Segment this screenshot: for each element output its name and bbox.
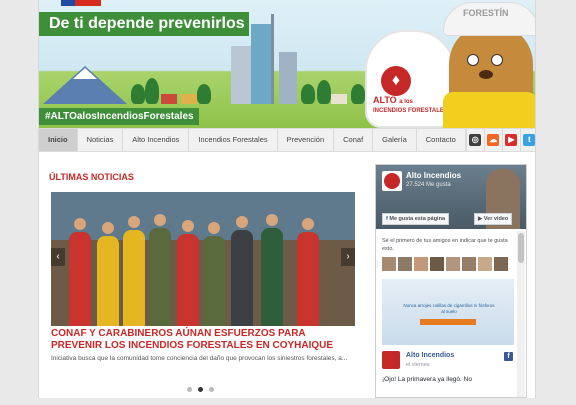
building-illustration (251, 24, 271, 104)
banner-hashtag[interactable]: #ALTOalosIncendiosForestales (39, 108, 199, 125)
facebook-icon: f (504, 352, 513, 361)
facebook-widget: Alto Incendios 27.524 Me gusta f Me gust… (375, 164, 527, 398)
nav-item-contacto[interactable]: Contacto (417, 129, 466, 151)
youtube-link[interactable]: ▶ (501, 129, 520, 151)
facebook-scrollbar[interactable] (517, 231, 525, 397)
slider-dot[interactable] (209, 387, 214, 392)
friend-avatar[interactable] (462, 257, 476, 271)
tree-illustration (197, 84, 211, 104)
instagram-icon: ◎ (469, 134, 482, 146)
facebook-video-button[interactable]: ▶ Ver video (474, 213, 513, 225)
scrollbar-thumb[interactable] (518, 233, 524, 263)
soundcloud-icon: ☁ (487, 134, 500, 146)
facebook-page-avatar[interactable] (382, 171, 402, 191)
facebook-post-author[interactable]: Alto Incendios (406, 352, 454, 359)
photo-person (231, 230, 253, 326)
facebook-friends-text: Sé el primero de tus amigos en indicar q… (382, 238, 508, 252)
campaign-logo: ALTO a los INCENDIOS FORESTALES (373, 95, 448, 115)
photo-person (177, 234, 199, 326)
photo-person (297, 232, 319, 326)
facebook-like-count: 27.524 Me gusta (406, 182, 451, 188)
mascot-nose (479, 70, 493, 79)
social-links: ◎ ☁ ▶ t f (465, 129, 535, 151)
banner-slogan: De ti depende prevenirlos (39, 12, 249, 36)
tree-illustration (351, 84, 365, 104)
photo-person (149, 228, 171, 326)
nav-item-noticias[interactable]: Noticias (78, 129, 124, 151)
nav-item-incendios-forestales[interactable]: Incendios Forestales (189, 129, 278, 151)
building-illustration (231, 46, 251, 104)
facebook-post-avatar[interactable] (382, 351, 400, 369)
twitter-link[interactable]: t (519, 129, 535, 151)
photo-person-head (236, 216, 248, 228)
twitter-icon: t (523, 134, 535, 146)
news-excerpt: Iniciativa busca que la comunidad tome c… (51, 355, 348, 362)
nav-item-alto-incendios[interactable]: Alto Incendios (123, 129, 190, 151)
mascot-eye (491, 54, 503, 66)
photo-person (261, 228, 283, 326)
photo-person (69, 232, 91, 326)
tree-illustration (301, 84, 315, 104)
slider-next-arrow[interactable]: › (341, 248, 355, 266)
facebook-post-date[interactable]: el viernes (406, 362, 430, 368)
tree-illustration (145, 78, 159, 104)
nav-item-inicio[interactable]: Inicio (39, 129, 78, 151)
photo-person-head (266, 214, 278, 226)
page-container: De ti depende prevenirlos ♦ ALTO a los I… (38, 0, 536, 398)
photo-person (203, 236, 225, 326)
flame-icon: ♦ (381, 66, 411, 96)
mountain-illustration (43, 66, 127, 104)
tree-illustration (317, 80, 331, 104)
soundcloud-link[interactable]: ☁ (483, 129, 502, 151)
photo-person-head (154, 214, 166, 226)
house-illustration (161, 94, 177, 104)
chile-flag-strip (61, 0, 101, 6)
facebook-like-button[interactable]: f Me gusta esta página (382, 213, 450, 225)
slider-pagination (187, 387, 214, 392)
mascot-eye (467, 54, 479, 66)
photo-person (123, 230, 145, 326)
slider-dot[interactable] (187, 387, 192, 392)
mascot-helmet-label: FORESTÍN (463, 8, 509, 18)
friend-avatar[interactable] (414, 257, 428, 271)
building-illustration (279, 52, 297, 104)
tree-illustration (131, 84, 145, 104)
photo-person-head (102, 222, 114, 234)
house-illustration (331, 94, 347, 104)
photo-person-head (74, 218, 86, 230)
facebook-post-text: ¡Ojo! La primavera ya llegó. No (382, 376, 472, 383)
photo-person (97, 236, 119, 326)
facebook-post-image-banner (420, 319, 476, 325)
mascot-shirt (443, 92, 535, 128)
nav-item-conaf[interactable]: Conaf (334, 129, 374, 151)
friend-avatar[interactable] (478, 257, 492, 271)
friend-avatar[interactable] (446, 257, 460, 271)
nav-item-galeria[interactable]: Galería (373, 129, 417, 151)
photo-person-head (302, 218, 314, 230)
photo-person-head (128, 216, 140, 228)
tower-illustration (271, 14, 274, 104)
youtube-icon: ▶ (505, 134, 518, 146)
section-title-news: ÚLTIMAS NOTICIAS (49, 172, 134, 182)
photo-person-head (208, 222, 220, 234)
friend-avatar[interactable] (494, 257, 508, 271)
news-headline[interactable]: CONAF Y CARABINEROS AÚNAN ESFUERZOS PARA… (51, 328, 355, 352)
instagram-link[interactable]: ◎ (465, 129, 484, 151)
header-banner: De ti depende prevenirlos ♦ ALTO a los I… (39, 0, 535, 128)
friend-avatar[interactable] (430, 257, 444, 271)
photo-person-head (182, 220, 194, 232)
news-slider-image[interactable]: ‹ › (51, 192, 355, 326)
friend-avatar[interactable] (398, 257, 412, 271)
slider-prev-arrow[interactable]: ‹ (51, 248, 65, 266)
flame-icon (384, 173, 400, 189)
friend-avatar[interactable] (382, 257, 396, 271)
facebook-post-image-text: Nunca arrojes colillas de cigarrillos ni… (403, 303, 495, 314)
nav-item-prevencion[interactable]: Prevención (278, 129, 335, 151)
house-illustration (181, 94, 197, 104)
main-nav: Inicio Noticias Alto Incendios Incendios… (39, 128, 535, 152)
slider-dot-active[interactable] (198, 387, 203, 392)
facebook-friend-avatars (382, 257, 508, 271)
facebook-page-name[interactable]: Alto Incendios (406, 171, 461, 180)
